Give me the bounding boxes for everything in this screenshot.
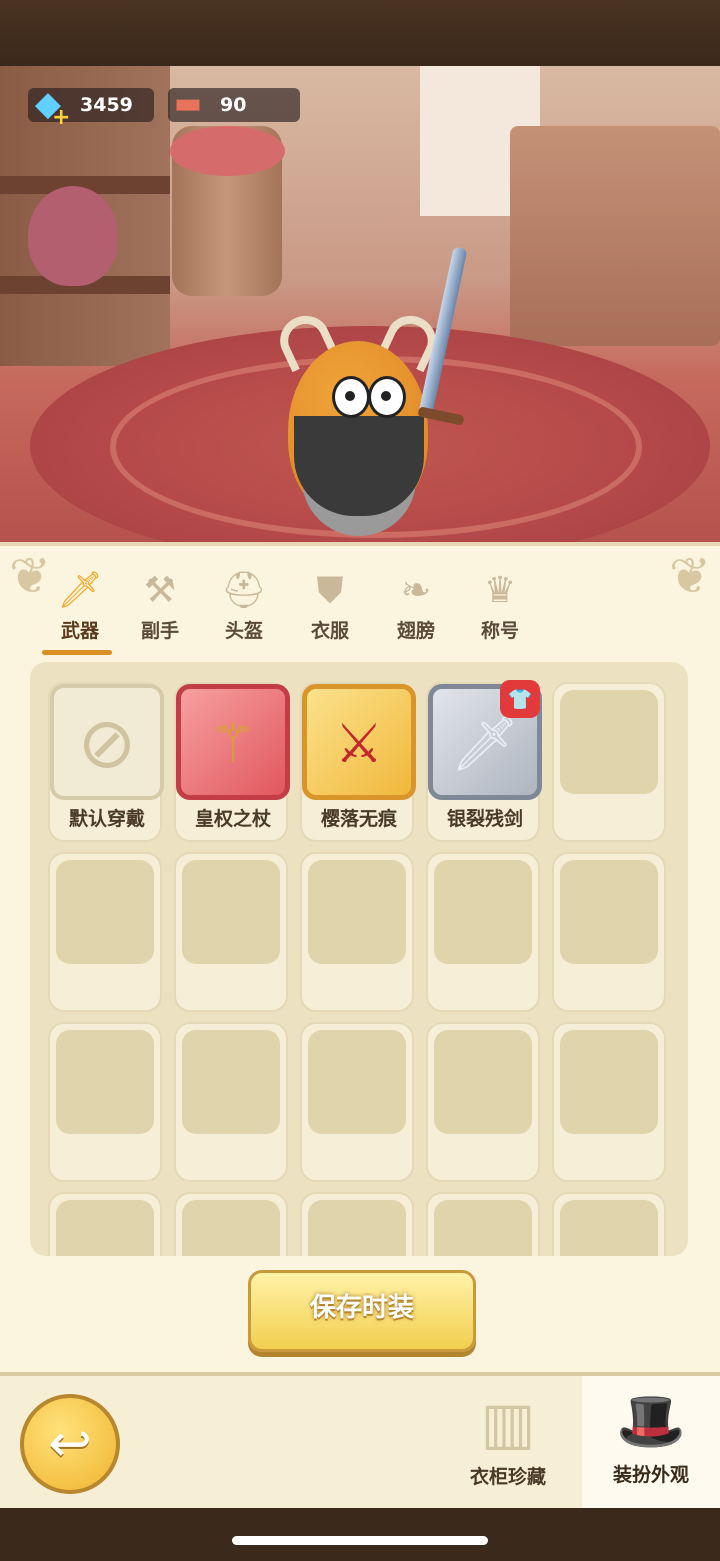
appearance-label: 装扮外观 [612, 1464, 689, 1486]
bottom-nav: ↩ ▥ 衣柜珍藏 🎩 装扮外观 [0, 1372, 720, 1508]
empty-slot-inner [560, 1200, 658, 1256]
scepter-icon: ⚚ [176, 684, 290, 800]
wings-icon: ❧ [400, 570, 432, 611]
empty-slot-inner [56, 860, 154, 964]
chest-decoration [510, 126, 720, 346]
empty-slot-inner [308, 860, 406, 964]
shirt-badge-icon: 👕 [500, 680, 540, 718]
hero-character [258, 246, 468, 542]
tab-weapon[interactable]: 🗡 武器 [40, 566, 120, 656]
meat-counter: ▬ 90 [168, 86, 300, 122]
item-name: 樱落无痕 [320, 808, 397, 830]
tab-label: 副手 [140, 620, 179, 642]
tab-label: 翅膀 [396, 620, 435, 642]
item-name: 默认穿戴 [68, 808, 145, 830]
empty-slot [552, 682, 666, 842]
empty-slot [426, 1192, 540, 1256]
offhand-icon: ⚒ [143, 570, 177, 611]
hero-eye [368, 376, 406, 418]
empty-slot [552, 1192, 666, 1256]
empty-slot [48, 852, 162, 1012]
top-bar [0, 0, 720, 66]
tab-wings[interactable]: ❧ 翅膀 [376, 566, 456, 656]
tab-label: 称号 [480, 620, 519, 642]
corner-ornament-icon: ❦ [669, 547, 711, 605]
back-button[interactable]: ↩ [20, 1394, 120, 1494]
katana-icon: ⚔ [302, 684, 416, 800]
empty-slot [552, 852, 666, 1012]
empty-slot [48, 1022, 162, 1182]
wardrobe-icon: ▥ [480, 1389, 536, 1457]
wardrobe-collection-button[interactable]: ▥ 衣柜珍藏 [456, 1384, 560, 1494]
empty-slot [174, 1192, 288, 1256]
empty-slot-inner [308, 1200, 406, 1256]
empty-slot-inner [182, 860, 280, 964]
empty-slot-inner [434, 1030, 532, 1134]
tab-label: 头盔 [224, 620, 263, 642]
gem-plus-icon[interactable]: ◆ + [26, 82, 71, 130]
home-indicator[interactable] [232, 1536, 488, 1545]
empty-slot-inner [434, 860, 532, 964]
hat-icon: 🎩 [616, 1389, 686, 1454]
empty-slot-inner [308, 1030, 406, 1134]
empty-slot [300, 1192, 414, 1256]
empty-slot-inner [56, 1200, 154, 1256]
empty-slot-inner [182, 1030, 280, 1134]
empty-slot-inner [560, 860, 658, 964]
item-slot-default[interactable]: ⊘ 默认穿戴 [48, 682, 164, 842]
crown-title-icon: ♛ [483, 570, 517, 611]
items-grid-container[interactable]: ⊘ 默认穿戴 ⚚ 皇权之杖 ⚔ 樱落无痕 🗡 👕 银裂残剑 [30, 662, 688, 1256]
back-arrow-icon: ↩ [48, 1414, 92, 1474]
empty-slot-inner [56, 1030, 154, 1134]
empty-slot [426, 852, 540, 1012]
gem-counter[interactable]: ◆ + 3459 [28, 84, 154, 130]
empty-slot [300, 1022, 414, 1182]
empty-slot [174, 1022, 288, 1182]
tab-label: 武器 [60, 620, 99, 642]
meat-icon: ▬ [173, 86, 203, 121]
empty-slot [426, 1022, 540, 1182]
appearance-tab-button[interactable]: 🎩 装扮外观 [582, 1376, 720, 1508]
sword-icon: 🗡 [57, 570, 103, 611]
empty-slot-inner [182, 1200, 280, 1256]
item-name: 银裂残剑 [446, 808, 523, 830]
tab-helmet[interactable]: ⛑ 头盔 [204, 566, 284, 656]
character-preview-scene: ◆ + 3459 ▬ 90 [0, 66, 720, 542]
empty-slot-inner [560, 690, 658, 794]
empty-slot [174, 852, 288, 1012]
empty-slot-inner [560, 1030, 658, 1134]
item-slot-scepter[interactable]: ⚚ 皇权之杖 [174, 682, 290, 842]
item-name: 皇权之杖 [194, 808, 271, 830]
egg-decoration [28, 186, 118, 286]
save-outfit-button[interactable]: 保存时装 [248, 1270, 476, 1352]
item-slot-katana[interactable]: ⚔ 樱落无痕 [300, 682, 416, 842]
empty-slot [300, 852, 414, 1012]
helmet-icon: ⛑ [221, 570, 267, 611]
gem-value: 3459 [80, 94, 133, 116]
tab-label: 衣服 [310, 620, 349, 642]
armor-icon: ⛊ [316, 570, 344, 611]
barrel-lid [170, 126, 285, 176]
tab-title[interactable]: ♛ 称号 [460, 566, 540, 656]
no-sign-icon: ⊘ [50, 684, 164, 800]
hero-eye [332, 376, 370, 418]
empty-slot [552, 1022, 666, 1182]
meat-value: 90 [220, 94, 247, 116]
tab-offhand[interactable]: ⚒ 副手 [120, 566, 200, 656]
tab-clothes[interactable]: ⛊ 衣服 [290, 566, 370, 656]
item-slot-broken-sword[interactable]: 🗡 👕 银裂残剑 [426, 680, 542, 842]
wardrobe-label: 衣柜珍藏 [469, 1466, 546, 1488]
active-tab-underline [42, 650, 112, 655]
bottom-bar: ↩ ▥ 衣柜珍藏 🎩 装扮外观 [0, 1372, 720, 1561]
empty-slot-inner [434, 1200, 532, 1256]
empty-slot [48, 1192, 162, 1256]
wardrobe-panel: ❦ ❦ 🗡 武器 ⚒ 副手 ⛑ 头盔 ⛊ 衣服 ❧ 翅膀 ♛ 称号 ⊘ 默认穿戴… [0, 542, 720, 1376]
